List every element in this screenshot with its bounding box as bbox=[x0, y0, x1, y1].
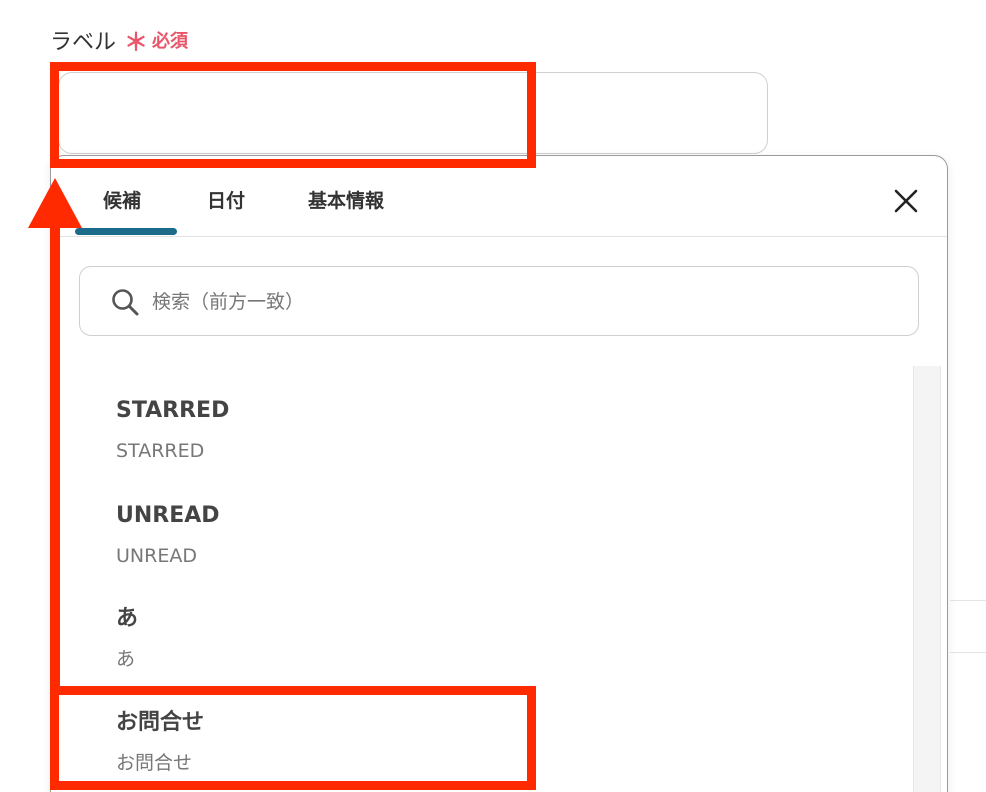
page: ラベル ＊ 必須 候補 日付 基本情報 STARRED STARRED U bbox=[0, 0, 986, 792]
tab-candidates[interactable]: 候補 bbox=[103, 186, 141, 213]
item-title: STARRED bbox=[116, 398, 230, 423]
list-item[interactable]: STARRED STARRED bbox=[116, 396, 876, 464]
active-tab-indicator bbox=[75, 228, 177, 235]
scrollbar[interactable] bbox=[913, 366, 941, 792]
field-label: ラベル ＊ 必須 bbox=[50, 22, 188, 57]
tab-divider bbox=[51, 236, 947, 237]
item-subtitle: STARRED bbox=[116, 440, 205, 462]
item-subtitle: あ bbox=[116, 648, 136, 670]
search-icon bbox=[112, 289, 139, 316]
search-input[interactable] bbox=[150, 267, 894, 337]
list-item[interactable]: UNREAD UNREAD bbox=[116, 501, 876, 569]
item-title: UNREAD bbox=[116, 503, 220, 528]
item-highlight-box bbox=[50, 686, 536, 790]
background-divider bbox=[950, 652, 986, 653]
list-item[interactable]: あ あ bbox=[116, 604, 876, 672]
tab-date[interactable]: 日付 bbox=[207, 186, 245, 213]
input-highlight-box bbox=[50, 62, 536, 168]
item-subtitle: UNREAD bbox=[116, 545, 197, 567]
tab-basic-info[interactable]: 基本情報 bbox=[308, 186, 384, 213]
arrow-up-icon bbox=[28, 178, 82, 228]
annotation-arrow-shaft bbox=[50, 220, 60, 690]
required-badge: 必須 bbox=[152, 30, 189, 52]
background-divider bbox=[950, 600, 986, 601]
close-icon[interactable] bbox=[891, 186, 921, 216]
label-text: ラベル bbox=[50, 29, 117, 55]
required-star: ＊ bbox=[124, 28, 149, 56]
item-title: あ bbox=[116, 606, 139, 631]
search-box[interactable] bbox=[79, 266, 919, 337]
